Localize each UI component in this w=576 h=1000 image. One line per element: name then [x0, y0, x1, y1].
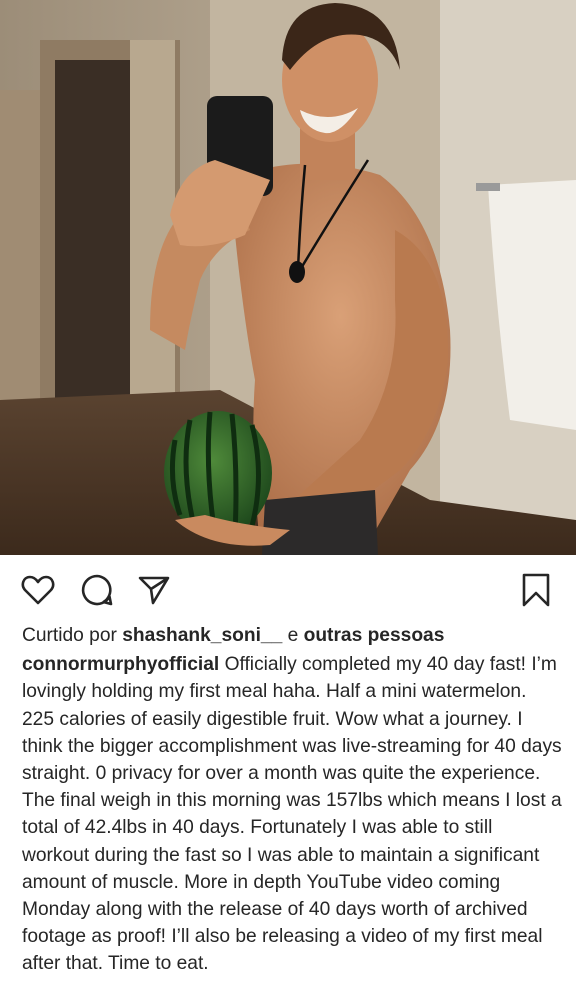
likes-connector: e — [287, 625, 299, 646]
bookmark-icon[interactable] — [516, 570, 556, 610]
comment-bubble-icon[interactable] — [77, 570, 117, 610]
post-caption-area: Curtido por shashank_soni__ e outras pes… — [22, 622, 562, 978]
likes-prefix: Curtido por — [22, 625, 117, 646]
caption-text: Officially completed my 40 day fast! I’m… — [22, 654, 562, 975]
likes-summary: Curtido por shashank_soni__ e outras pes… — [22, 622, 562, 649]
post-photo-image — [0, 0, 576, 555]
paper-plane-icon[interactable] — [134, 570, 174, 610]
caption-username[interactable]: connormurphyofficial — [22, 654, 219, 675]
post-action-bar — [0, 555, 576, 621]
caption: connormurphyofficial Officially complete… — [22, 651, 562, 977]
likes-others-link[interactable]: outras pessoas — [304, 625, 445, 646]
heart-icon[interactable] — [18, 570, 58, 610]
liked-by-username[interactable]: shashank_soni__ — [122, 625, 282, 646]
post-photo[interactable] — [0, 0, 576, 555]
